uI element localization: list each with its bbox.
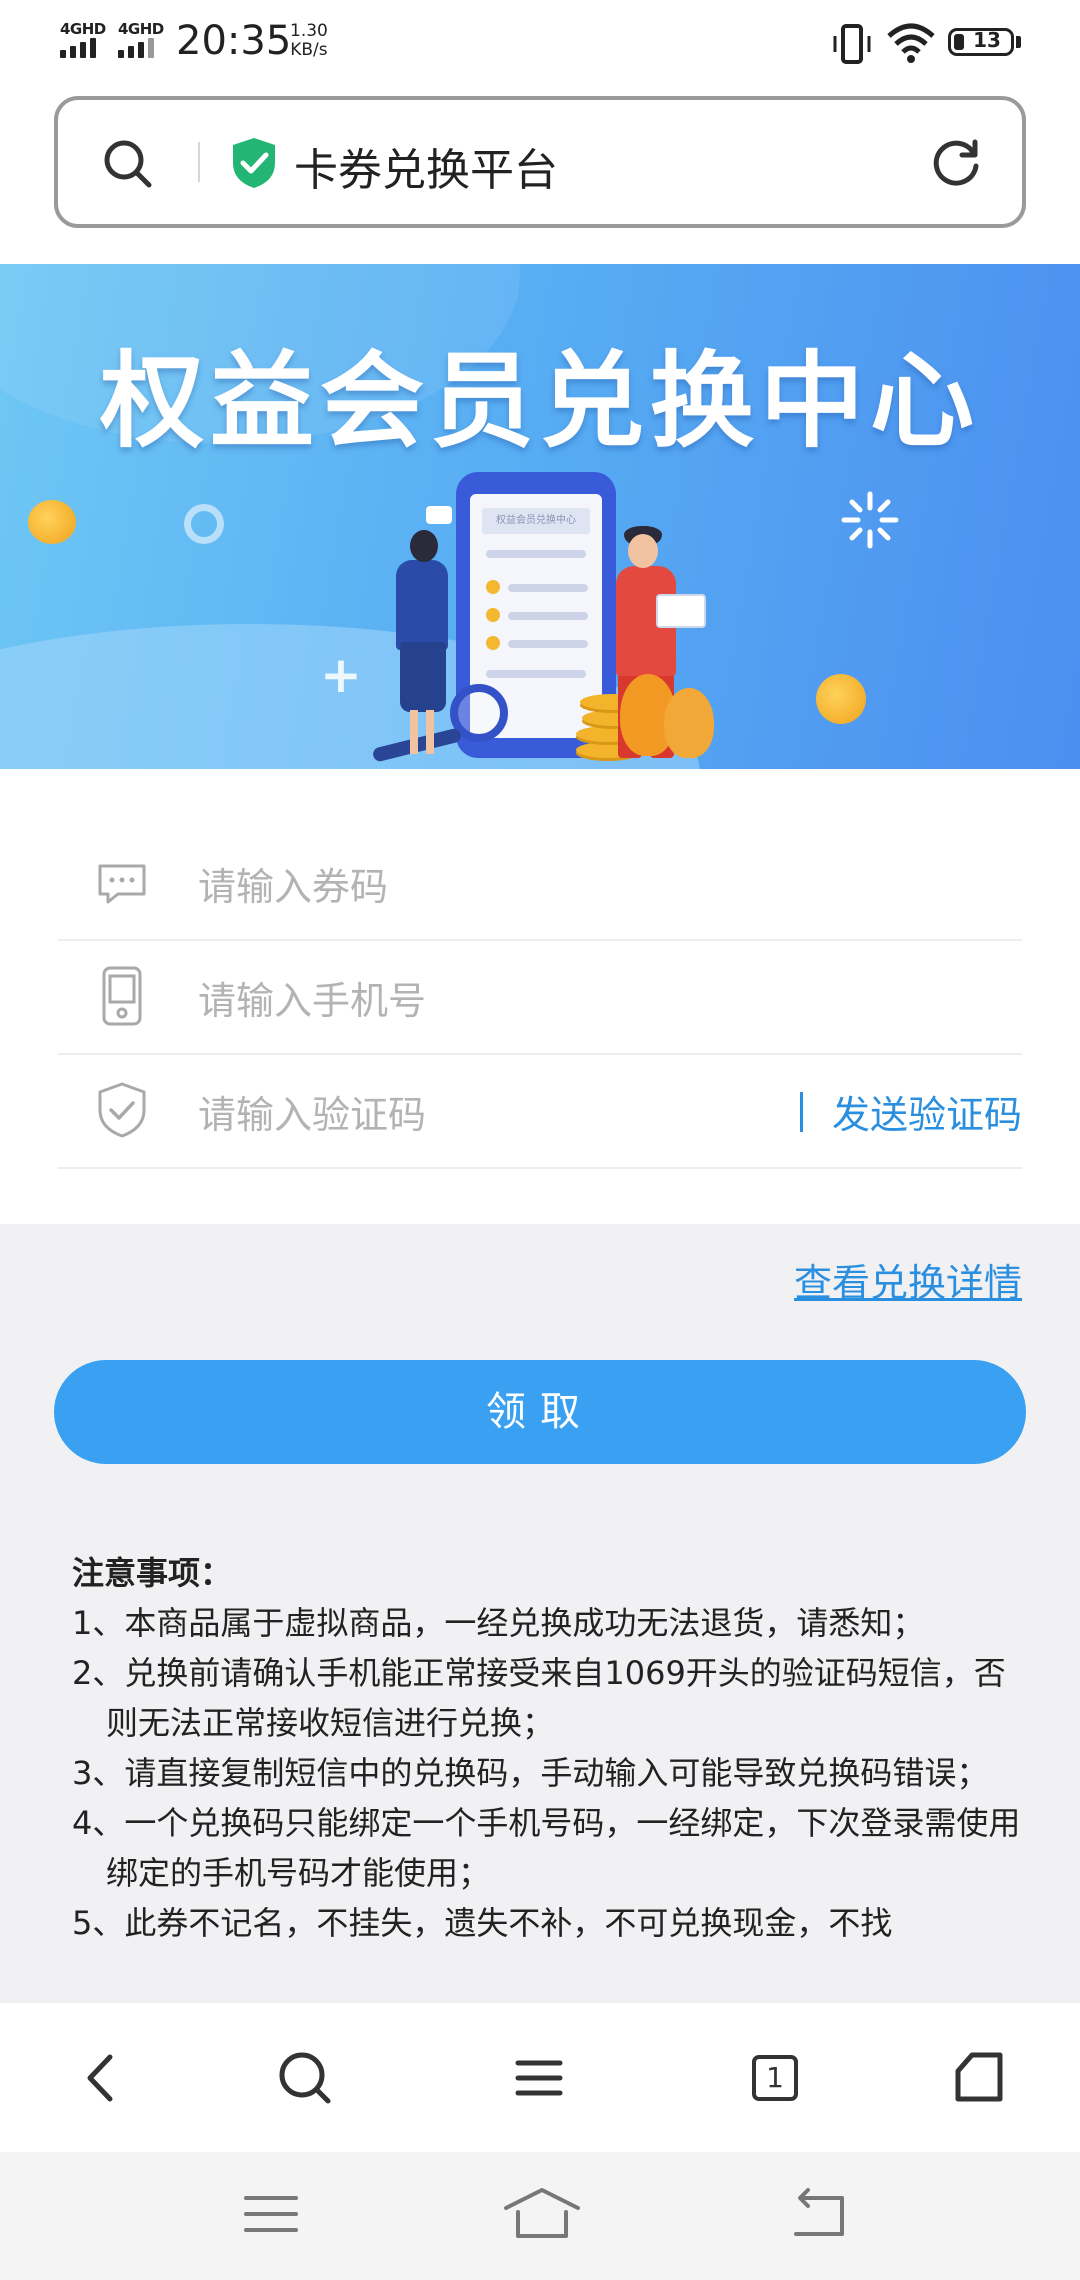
promo-banner: 权益会员兑换中心 + 权益会员兑换中心 xyxy=(0,264,1080,769)
plus-decoration: + xyxy=(320,646,362,704)
wifi-icon xyxy=(887,23,935,63)
battery-tip xyxy=(1016,36,1021,48)
woman-illustration xyxy=(396,560,448,650)
coupon-code-input[interactable]: 请输入券码 xyxy=(198,856,388,911)
notice-item: 3、请直接复制短信中的兑换码，手动输入可能导致兑换码错误； xyxy=(72,1754,989,1792)
home-icon[interactable] xyxy=(502,2184,582,2244)
banner-title: 权益会员兑换中心 xyxy=(99,340,980,462)
speed-unit: KB/s xyxy=(290,40,328,60)
notice-item: 1、本商品属于虚拟商品，一经兑换成功无法退货，请悉知； xyxy=(72,1604,925,1642)
clock: 20:35 xyxy=(176,18,292,64)
signal-bars-icon xyxy=(118,38,164,58)
notice-item: 2、兑换前请确认手机能正常接受来自1069开头的验证码短信，否则无法正常接收短信… xyxy=(72,1654,1006,1742)
tabs-icon: 1 xyxy=(752,2055,798,2101)
status-bar: 4GHD 4GHD 20:35 1.30 KB/s 13 xyxy=(0,0,1080,86)
shield-check-outline-icon xyxy=(98,1082,146,1138)
claim-button[interactable]: 领取 xyxy=(54,1360,1026,1464)
coupon-code-field[interactable]: 请输入券码 xyxy=(58,826,1022,941)
system-navigation-bar xyxy=(0,2152,1080,2280)
reload-icon[interactable] xyxy=(928,136,984,192)
back-icon[interactable] xyxy=(66,2043,136,2113)
speed-value: 1.30 xyxy=(290,21,328,41)
menu-icon[interactable] xyxy=(504,2043,574,2113)
phone-screen-title: 权益会员兑换中心 xyxy=(482,508,590,534)
phone-number-input[interactable]: 请输入手机号 xyxy=(198,970,426,1025)
ring-decoration xyxy=(184,504,224,544)
view-details-link[interactable]: 查看兑换详情 xyxy=(794,1252,1022,1307)
message-icon xyxy=(98,864,146,904)
coin-decoration xyxy=(28,500,76,544)
site-title: 卡券兑换平台 xyxy=(294,145,558,196)
address-divider xyxy=(198,142,200,182)
network-type-label: 4GHD xyxy=(60,20,106,38)
battery-level: 13 xyxy=(973,28,1001,52)
tabs-button[interactable]: 1 xyxy=(740,2043,810,2113)
network-speed: 1.30 KB/s xyxy=(290,22,328,60)
signal-bars-icon xyxy=(60,38,106,58)
verification-code-input[interactable]: 请输入验证码 xyxy=(198,1084,426,1139)
phone-number-field[interactable]: 请输入手机号 xyxy=(58,940,1022,1055)
coin-decoration xyxy=(816,674,866,724)
notice-item: 5、此券不记名，不挂失，遗失不补，不可兑换现金，不找 xyxy=(72,1904,893,1942)
speech-bubble-decoration xyxy=(426,506,452,524)
browser-toolbar: 1 xyxy=(0,2002,1080,2153)
search-icon[interactable] xyxy=(102,138,154,190)
home-icon[interactable] xyxy=(944,2043,1014,2113)
notice-heading: 注意事项： xyxy=(72,1554,233,1592)
sparkle-decoration xyxy=(841,491,899,549)
shield-check-icon xyxy=(233,138,275,188)
search-icon[interactable] xyxy=(270,2043,340,2113)
mobile-phone-icon xyxy=(102,966,142,1026)
recent-apps-icon[interactable] xyxy=(236,2184,306,2244)
address-bar[interactable]: 卡券兑换平台 xyxy=(54,96,1026,228)
notice-item: 4、一个兑换码只能绑定一个手机号码，一经绑定，下次登录需使用绑定的手机号码才能使… xyxy=(72,1804,1021,1892)
verification-code-field[interactable]: 请输入验证码 发送验证码 xyxy=(58,1054,1022,1169)
battery-icon: 13 xyxy=(948,28,1014,56)
notice-section: 注意事项： 1、本商品属于虚拟商品，一经兑换成功无法退货，请悉知； 2、兑换前请… xyxy=(72,1548,1032,1948)
back-icon[interactable] xyxy=(786,2184,856,2244)
network-type-label: 4GHD xyxy=(118,20,164,38)
vibrate-icon xyxy=(833,24,871,64)
send-code-button[interactable]: 发送验证码 xyxy=(832,1084,1022,1139)
send-code-divider xyxy=(800,1092,803,1132)
